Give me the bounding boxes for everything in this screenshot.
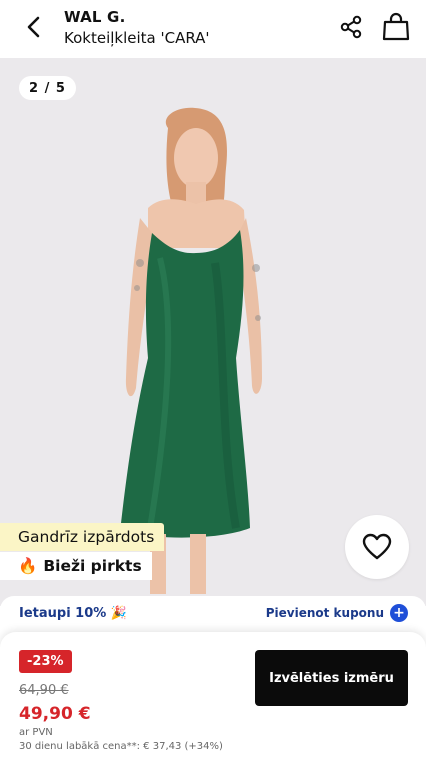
brand-name: WAL G. [64, 8, 126, 26]
share-button[interactable] [338, 14, 364, 40]
share-icon [340, 15, 362, 39]
low-stock-badge: Gandrīz izpārdots [0, 523, 165, 551]
add-coupon-button[interactable]: Pievienot kuponu + [266, 604, 408, 622]
top-bar: WAL G. Kokteiļkleita 'CARA' [0, 0, 426, 58]
heart-icon [362, 533, 392, 560]
add-coupon-label: Pievienot kuponu [265, 606, 384, 620]
vat-note: ar PVN [19, 727, 53, 738]
sale-price: 49,90 € [19, 704, 91, 724]
shopping-bag-button[interactable] [382, 12, 410, 42]
coupon-bar: Ietaupi 10% 🎉 Pievienot kuponu + [0, 596, 426, 636]
product-image-gallery[interactable]: 2 / 5 Gandrīz izpārdots 🔥 Bieži pirkts [0, 58, 426, 606]
plus-icon: + [390, 604, 408, 622]
savings-text: Ietaupi 10% 🎉 [19, 606, 128, 621]
back-button[interactable] [18, 12, 48, 42]
price-history-note: 30 dienu labākā cena**: € 37,43 (+34%) [19, 741, 223, 752]
discount-badge: -23% [19, 650, 72, 673]
select-size-button[interactable]: Izvēlēties izmēru [255, 650, 408, 706]
shopping-bag-icon [382, 12, 410, 41]
add-to-wishlist-button[interactable] [345, 515, 409, 579]
product-name: Kokteiļkleita 'CARA' [64, 29, 210, 47]
fire-icon: 🔥 [18, 557, 38, 575]
purchase-panel: -23% 64,90 € 49,90 € ar PVN 30 dienu lab… [0, 632, 426, 768]
title-block: WAL G. Kokteiļkleita 'CARA' [64, 8, 210, 47]
popular-badge: 🔥 Bieži pirkts [0, 552, 152, 580]
original-price: 64,90 € [19, 683, 69, 698]
image-counter: 2 / 5 [19, 76, 76, 100]
back-arrow-icon [27, 16, 40, 38]
popular-badge-label: Bieži pirkts [43, 557, 142, 575]
